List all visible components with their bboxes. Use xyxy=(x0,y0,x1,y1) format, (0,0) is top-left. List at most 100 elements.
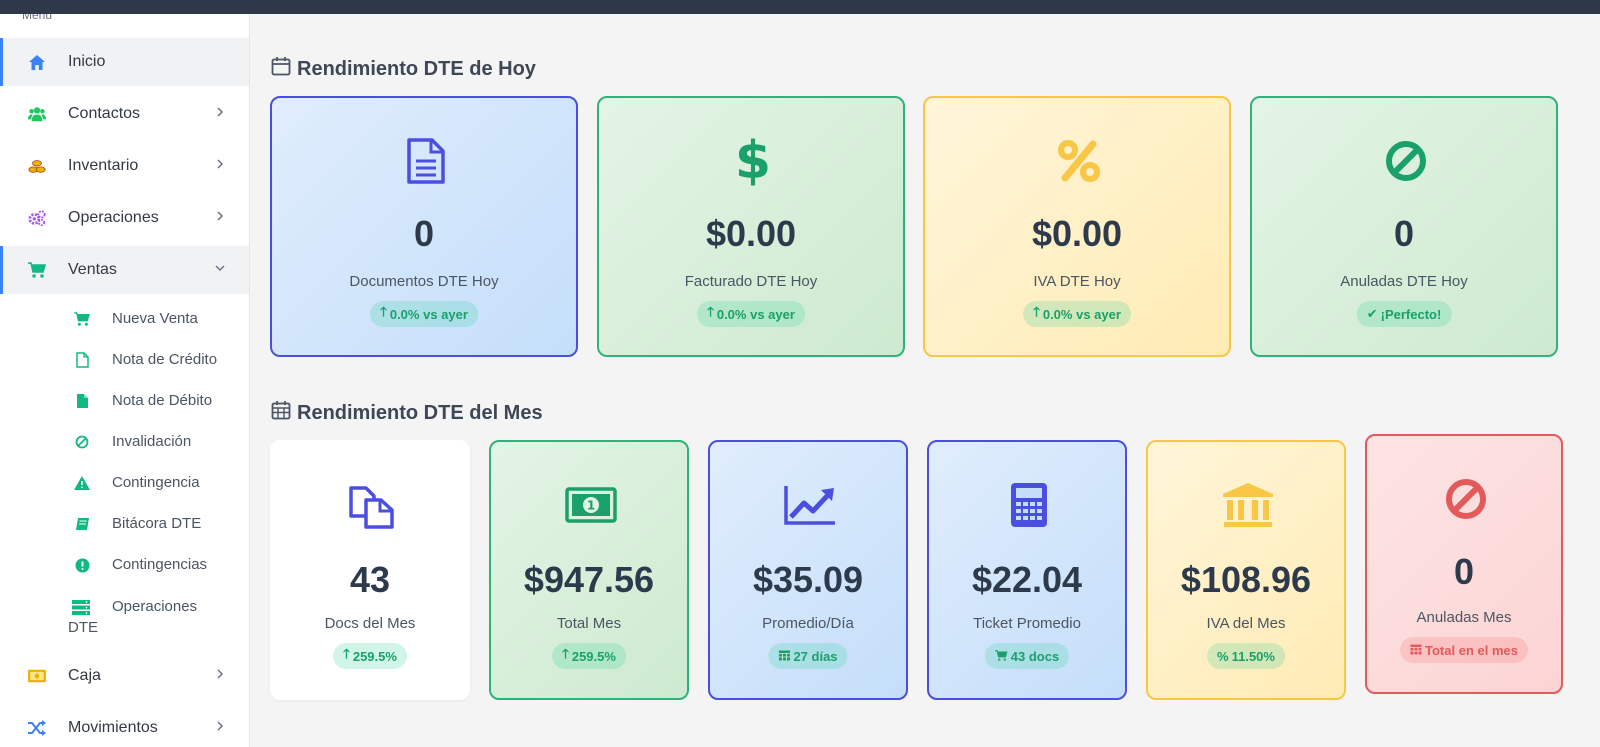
top-bar xyxy=(0,0,1600,14)
card-label: Facturado DTE Hoy xyxy=(684,273,818,290)
calculator-icon xyxy=(999,480,1059,530)
sidebar-subitem-label: Nueva Venta xyxy=(112,310,198,327)
calendar-icon xyxy=(778,649,790,664)
sidebar-subitem-label: Nota de Débito xyxy=(112,392,213,409)
chevron-right-icon xyxy=(214,716,226,736)
exclamation-icon xyxy=(74,557,90,573)
card-value: 43 xyxy=(349,559,391,600)
card-value: 0 xyxy=(413,213,435,254)
card-value: $35.09 xyxy=(752,559,864,600)
copy-icon xyxy=(342,478,402,532)
arrow-up-icon: 🡑 xyxy=(562,646,569,661)
bank-icon xyxy=(1218,480,1278,530)
sidebar-subitem-operaciones-dte[interactable]: Operaciones DTE xyxy=(0,598,249,638)
dollar-icon: $ xyxy=(734,131,772,191)
card-label: Ticket Promedio xyxy=(973,615,1081,632)
sidebar-subitem-label: Invalidación xyxy=(112,433,192,450)
card-badge: 27 días xyxy=(768,643,848,669)
cart-icon xyxy=(28,261,46,279)
card-badge: 🡑 259.5% xyxy=(333,643,407,669)
card-total-mes: 1 $947.56 Total Mes 🡑 259.5% xyxy=(489,440,689,700)
arrow-up-icon: 🡑 xyxy=(343,646,350,661)
cart-icon xyxy=(74,311,90,327)
arrow-up-icon: 🡑 xyxy=(707,304,714,319)
users-icon xyxy=(28,105,46,123)
percent-icon: % xyxy=(1217,648,1229,664)
main-content: Rendimiento DTE de Hoy 0 Documentos DTE … xyxy=(251,14,1600,747)
card-badge: % 11.50% xyxy=(1207,643,1285,669)
sidebar-item-ventas[interactable]: Ventas xyxy=(0,246,249,294)
sidebar-item-label: Operaciones xyxy=(68,209,159,226)
card-label: Documentos DTE Hoy xyxy=(349,273,499,290)
card-value: 0 xyxy=(1393,213,1415,254)
book-icon xyxy=(74,516,90,532)
card-label: Docs del Mes xyxy=(324,615,416,632)
ban-icon xyxy=(1436,474,1496,524)
card-docs-mes: 43 Docs del Mes 🡑 259.5% xyxy=(270,440,470,700)
card-anuladas-mes: 0 Anuladas Mes Total en el mes xyxy=(1365,434,1563,694)
document-icon xyxy=(396,136,456,186)
card-label: IVA del Mes xyxy=(1206,615,1286,632)
chart-line-icon xyxy=(780,482,840,528)
card-value: $947.56 xyxy=(523,559,655,600)
section-title-month: Rendimiento DTE del Mes xyxy=(271,400,543,426)
sidebar-item-movimientos[interactable]: Movimientos xyxy=(0,704,249,747)
card-documentos-hoy: 0 Documentos DTE Hoy 🡑 0.0% vs ayer xyxy=(270,96,578,357)
arrow-up-icon: 🡑 xyxy=(380,304,387,319)
check-icon: ✔ xyxy=(1366,306,1378,321)
calendar-icon xyxy=(1410,643,1422,658)
sidebar-subitem-label: Contingencia xyxy=(112,474,200,491)
card-badge: ✔ ¡Perfecto! xyxy=(1356,301,1452,327)
section-title-today: Rendimiento DTE de Hoy xyxy=(271,56,536,82)
card-value: 0 xyxy=(1453,551,1475,592)
card-label: Total Mes xyxy=(556,615,622,632)
sidebar-item-label: Caja xyxy=(68,667,101,684)
sidebar-subitem-label: Bitácora DTE xyxy=(112,515,202,532)
card-label: IVA DTE Hoy xyxy=(1033,273,1121,290)
sidebar-item-label: Movimientos xyxy=(68,719,158,736)
percent-icon xyxy=(1049,136,1109,186)
card-label: Promedio/Día xyxy=(762,615,854,632)
file-outline-icon xyxy=(74,352,90,368)
sidebar-item-inicio[interactable]: Inicio xyxy=(0,38,249,86)
home-icon xyxy=(28,53,46,71)
sidebar-item-inventario[interactable]: Inventario xyxy=(0,142,249,190)
shuffle-icon xyxy=(28,719,46,737)
card-badge: 🡑 0.0% vs ayer xyxy=(1023,301,1131,327)
chevron-right-icon xyxy=(214,664,226,684)
sidebar-item-label: Ventas xyxy=(68,261,117,278)
card-badge: 🡑 0.0% vs ayer xyxy=(697,301,805,327)
sidebar-item-label: Inicio xyxy=(68,53,106,70)
menu-caption: Menu xyxy=(22,14,53,22)
money-icon xyxy=(28,667,46,685)
sidebar-subitem-label: Contingencias xyxy=(112,556,208,573)
sidebar-subitem-label-line2: DTE xyxy=(68,619,98,636)
card-facturado-hoy: $ $0.00 Facturado DTE Hoy 🡑 0.0% vs ayer xyxy=(597,96,905,357)
card-promedio-dia: $35.09 Promedio/Día 27 días xyxy=(708,440,908,700)
card-badge: 43 docs xyxy=(984,643,1070,669)
sidebar-subitem-label: Operaciones xyxy=(112,598,198,615)
cart-icon xyxy=(995,649,1008,664)
svg-text:1: 1 xyxy=(587,499,595,513)
banknote-icon: 1 xyxy=(561,482,621,528)
card-ticket-promedio: $22.04 Ticket Promedio 43 docs xyxy=(927,440,1127,700)
card-label: Anuladas DTE Hoy xyxy=(1340,273,1468,290)
ban-icon xyxy=(74,434,90,450)
chevron-down-icon xyxy=(214,258,226,278)
file-icon xyxy=(74,393,90,409)
card-badge: 🡑 259.5% xyxy=(552,643,626,669)
arrow-up-icon: 🡑 xyxy=(1033,304,1040,319)
cogs-icon xyxy=(28,209,46,227)
sidebar-item-contactos[interactable]: Contactos xyxy=(0,90,249,138)
card-value: $0.00 xyxy=(705,213,797,254)
section-title-text: Rendimiento DTE de Hoy xyxy=(297,57,536,80)
sidebar-item-operaciones[interactable]: Operaciones xyxy=(0,194,249,242)
section-title-text: Rendimiento DTE del Mes xyxy=(297,401,543,424)
calendar-icon xyxy=(271,56,291,82)
card-iva-hoy: $0.00 IVA DTE Hoy 🡑 0.0% vs ayer xyxy=(923,96,1231,357)
sidebar-item-caja[interactable]: Caja xyxy=(0,652,249,700)
card-badge: Total en el mes xyxy=(1400,637,1528,663)
card-badge: 🡑 0.0% vs ayer xyxy=(370,301,478,327)
chevron-right-icon xyxy=(214,206,226,226)
sidebar: Menu Inicio Contactos Inventario Operaci… xyxy=(0,14,250,747)
